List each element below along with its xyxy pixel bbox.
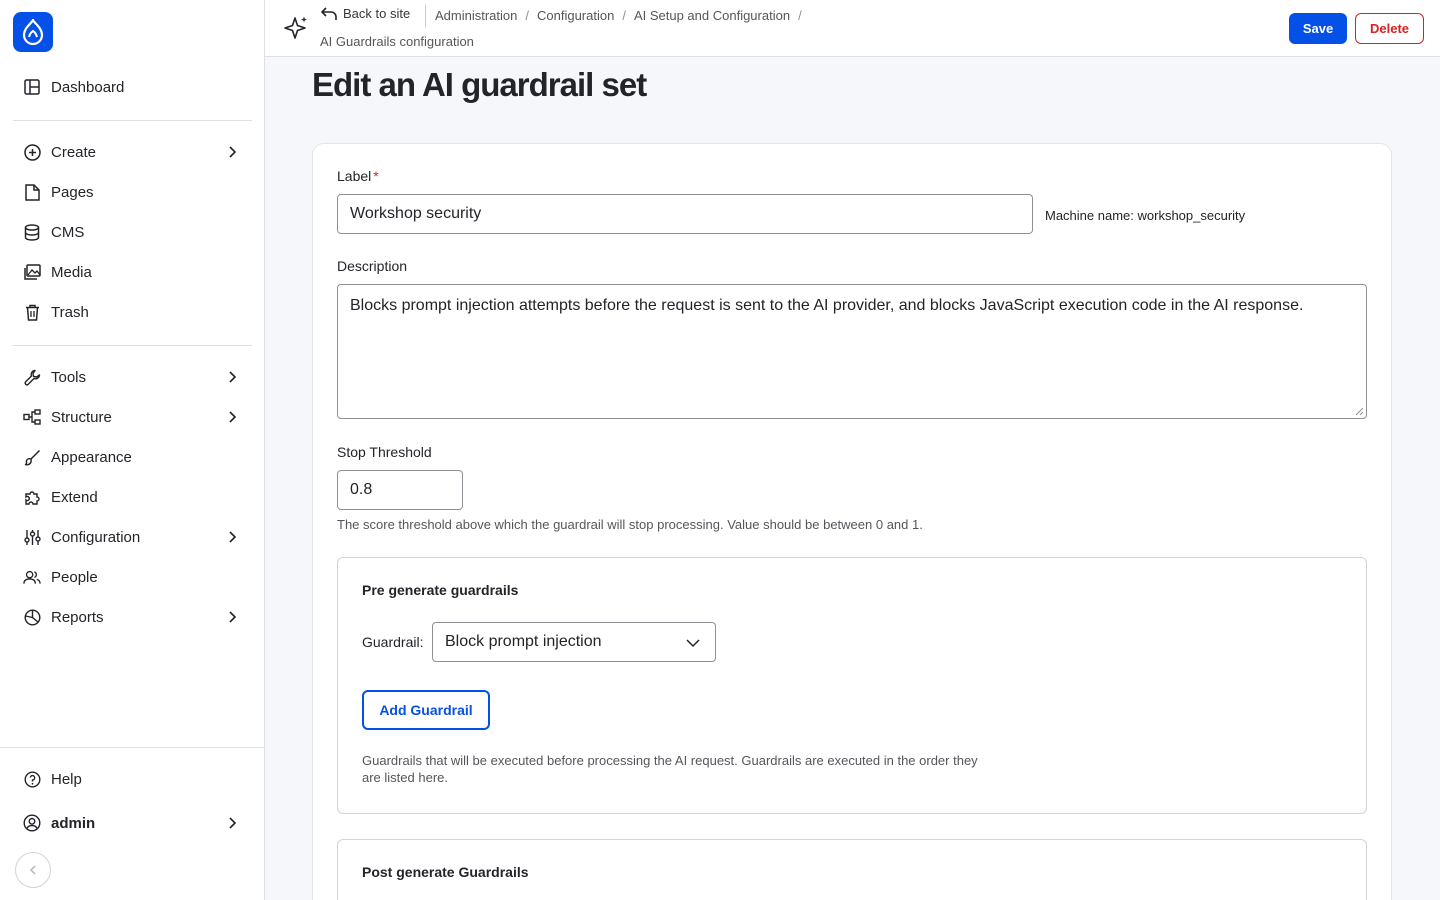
pre-generate-title: Pre generate guardrails xyxy=(362,582,519,598)
drupal-logo[interactable] xyxy=(13,12,53,52)
pre-generate-help: Guardrails that will be executed before … xyxy=(362,753,978,785)
sidebar-item-label: Pages xyxy=(51,183,94,201)
image-icon xyxy=(23,263,41,281)
machine-name: Machine name: workshop_security xyxy=(1045,208,1246,223)
sidebar-item-label: Trash xyxy=(51,303,89,321)
sidebar-item-help[interactable]: Help xyxy=(13,761,252,797)
chevron-right-icon xyxy=(229,371,237,383)
label-field-label: Label * xyxy=(337,168,379,184)
sidebar-item-label: Help xyxy=(51,770,82,788)
drop-icon xyxy=(22,19,44,45)
help-icon xyxy=(23,770,41,788)
sliders-icon xyxy=(23,528,41,546)
collapse-sidebar-button[interactable] xyxy=(15,852,51,888)
chevron-right-icon xyxy=(229,817,237,829)
guardrail-label: Guardrail: xyxy=(362,634,424,650)
sidebar-item-label: Structure xyxy=(51,408,112,426)
sidebar-item-user[interactable]: admin xyxy=(13,805,252,841)
back-arrow-icon xyxy=(321,6,337,20)
sidebar-divider xyxy=(13,345,252,346)
sidebar-item-label: Configuration xyxy=(51,528,141,546)
sidebar-item-appearance[interactable]: Appearance xyxy=(13,439,252,475)
sparkle-icon[interactable] xyxy=(283,15,309,41)
guardrail-select[interactable]: Block prompt injection xyxy=(432,622,716,662)
stop-threshold-help: The score threshold above which the guar… xyxy=(337,517,923,532)
puzzle-icon xyxy=(23,488,41,506)
sidebar-item-cms[interactable]: CMS xyxy=(13,214,252,250)
chevron-left-icon xyxy=(29,865,36,875)
guardrail-select-value: Block prompt injection xyxy=(445,633,602,650)
post-generate-title: Post generate Guardrails xyxy=(362,864,529,880)
back-to-site-label: Back to site xyxy=(343,6,411,21)
breadcrumb-item[interactable]: Configuration xyxy=(537,8,614,23)
description-textarea[interactable]: Blocks prompt injection attempts before … xyxy=(337,284,1367,419)
sidebar-item-people[interactable]: People xyxy=(13,559,252,595)
sidebar-item-dashboard[interactable]: Dashboard xyxy=(13,69,252,105)
stop-threshold-input[interactable]: 0.8 xyxy=(337,470,463,510)
add-guardrail-button[interactable]: Add Guardrail xyxy=(362,690,490,730)
sidebar-item-label: Extend xyxy=(51,488,98,506)
sidebar-item-label: Appearance xyxy=(51,448,132,466)
required-marker: * xyxy=(373,168,379,184)
breadcrumb-item[interactable]: Administration xyxy=(435,8,517,23)
plus-circle-icon xyxy=(23,143,41,161)
resize-handle-icon[interactable] xyxy=(1355,407,1364,416)
page-icon xyxy=(23,183,41,201)
breadcrumb-current: AI Guardrails configuration xyxy=(320,34,474,49)
people-icon xyxy=(23,568,41,586)
breadcrumb: Administration / Configuration / AI Setu… xyxy=(435,8,802,23)
sidebar-item-create[interactable]: Create xyxy=(13,134,252,170)
sidebar-item-label: People xyxy=(51,568,98,586)
brush-icon xyxy=(23,448,41,466)
sidebar-item-trash[interactable]: Trash xyxy=(13,294,252,330)
user-circle-icon xyxy=(23,814,41,832)
description-label: Description xyxy=(337,258,408,274)
wrench-icon xyxy=(23,368,41,386)
save-button[interactable]: Save xyxy=(1289,13,1347,44)
sidebar-item-configuration[interactable]: Configuration xyxy=(13,519,252,555)
back-to-site-link[interactable]: Back to site xyxy=(321,6,410,21)
sidebar-item-media[interactable]: Media xyxy=(13,254,252,290)
label-field-text: Label xyxy=(337,168,372,184)
dashboard-icon xyxy=(23,78,41,96)
sidebar-item-label: CMS xyxy=(51,223,85,241)
sidebar-divider xyxy=(13,120,252,121)
sidebar-item-structure[interactable]: Structure xyxy=(13,399,252,435)
chevron-right-icon xyxy=(229,146,237,158)
chevron-right-icon xyxy=(229,411,237,423)
breadcrumb-separator: / xyxy=(525,8,529,23)
chevron-right-icon xyxy=(229,531,237,543)
stop-threshold-label: Stop Threshold xyxy=(337,444,432,460)
chart-pie-icon xyxy=(23,608,41,626)
structure-icon xyxy=(23,408,41,426)
breadcrumb-divider xyxy=(425,5,426,27)
trash-icon xyxy=(23,303,41,321)
database-icon xyxy=(23,223,41,241)
breadcrumb-separator: / xyxy=(798,8,802,23)
sidebar-divider xyxy=(0,747,264,748)
sidebar-item-pages[interactable]: Pages xyxy=(13,174,252,210)
sidebar-item-tools[interactable]: Tools xyxy=(13,359,252,395)
sidebar-item-label: admin xyxy=(51,814,96,832)
sidebar-item-label: Tools xyxy=(51,368,87,386)
page-title: Edit an AI guardrail set xyxy=(312,66,647,103)
breadcrumb-item[interactable]: AI Setup and Configuration xyxy=(634,8,790,23)
chevron-right-icon xyxy=(229,611,237,623)
sidebar-item-extend[interactable]: Extend xyxy=(13,479,252,515)
top-bar: Back to site Administration / Configurat… xyxy=(265,0,1440,57)
sidebar-item-label: Media xyxy=(51,263,92,281)
sidebar-item-reports[interactable]: Reports xyxy=(13,599,252,635)
sidebar-item-label: Create xyxy=(51,143,97,161)
sidebar-item-label: Reports xyxy=(51,608,104,626)
sidebar: Dashboard Create Pages CMS Media Trash T… xyxy=(0,0,265,900)
delete-button[interactable]: Delete xyxy=(1355,13,1424,44)
breadcrumb-separator: / xyxy=(622,8,626,23)
sidebar-item-label: Dashboard xyxy=(51,78,125,96)
label-input[interactable]: Workshop security xyxy=(337,194,1033,234)
chevron-down-icon xyxy=(686,639,700,648)
